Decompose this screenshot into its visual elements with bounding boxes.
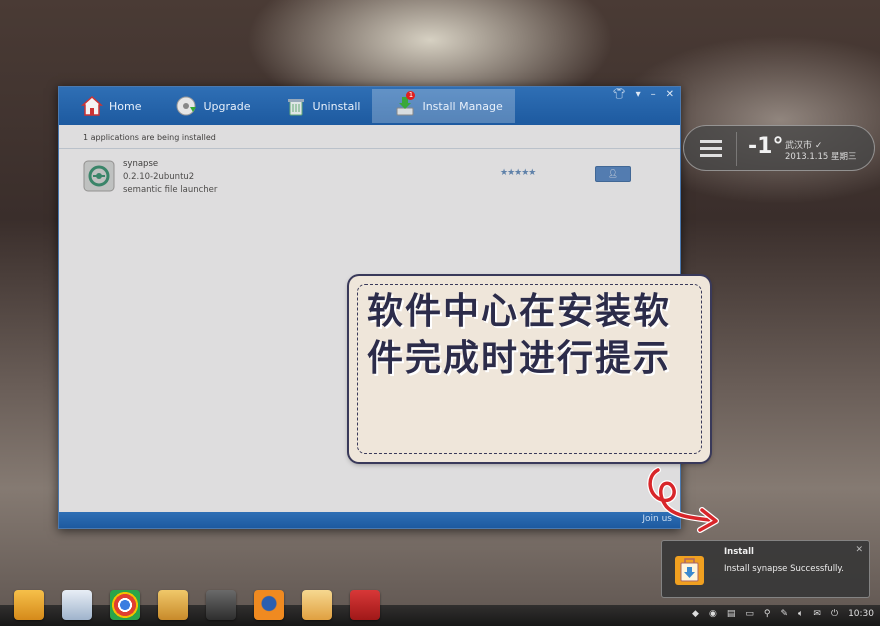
chat-icon[interactable]: ◉ <box>709 609 717 619</box>
installer-icon[interactable] <box>302 590 332 620</box>
notification-message: Install synapse Successfully. <box>724 564 844 574</box>
tab-uninstall[interactable]: Uninstall <box>263 89 373 123</box>
app-description: semantic file launcher <box>123 185 218 195</box>
note-text: 软件中心在安装软件完成时进行提示 <box>367 291 672 379</box>
user-icon: 👤︎ <box>607 169 619 178</box>
ubuntu-tweak-icon[interactable] <box>158 590 188 620</box>
weather-date: 2013.1.15 星期三 <box>785 152 857 162</box>
window-controls: 👕︎ ▾ – ✕ <box>613 89 674 100</box>
usb-icon[interactable]: ⚲ <box>764 609 771 619</box>
tab-install-manage[interactable]: 1 Install Manage <box>372 89 515 123</box>
minimize-icon[interactable]: – <box>651 89 656 100</box>
temperature: -1° <box>748 134 784 159</box>
install-notification[interactable]: Install Install synapse Successfully. ✕ <box>661 540 870 598</box>
chrome-icon[interactable] <box>110 590 140 620</box>
weather-widget[interactable]: -1° 武汉市 ✓ 2013.1.15 星期三 <box>683 125 875 171</box>
notification-title: Install <box>724 547 754 557</box>
power-icon[interactable]: ⏻ <box>831 609 838 619</box>
clock[interactable]: 10:30 <box>848 609 874 619</box>
software-center-icon[interactable] <box>62 590 92 620</box>
app-version: 0.2.10-2ubuntu2 <box>123 172 195 182</box>
close-icon[interactable]: ✕ <box>666 89 674 100</box>
upgrade-disc-icon <box>176 96 197 116</box>
system-tray: ◆ ◉ ▤ ▭ ⚲ ✎ 🔈︎ ✉ ⏻ 10:30 <box>692 609 874 619</box>
pen-icon[interactable]: ✎ <box>780 609 788 619</box>
tab-uninstall-label: Uninstall <box>312 99 361 113</box>
terminal-icon[interactable] <box>350 590 380 620</box>
battery-icon[interactable]: ▭ <box>745 609 754 619</box>
close-icon[interactable]: ✕ <box>855 545 863 555</box>
skin-icon[interactable]: 👕︎ <box>613 89 626 100</box>
synapse-app-icon <box>83 160 115 192</box>
firefox-icon[interactable] <box>254 590 284 620</box>
trash-icon <box>287 99 304 116</box>
home-icon <box>81 95 103 116</box>
mail-icon[interactable]: ✉ <box>813 609 821 619</box>
window-footer: Join us <box>59 512 680 528</box>
media-player-icon[interactable] <box>14 590 44 620</box>
install-status: 1 applications are being installed <box>59 125 680 149</box>
installer-package-icon <box>675 556 704 585</box>
menu-dropdown-icon[interactable]: ▾ <box>636 89 641 100</box>
annotation-note: 软件中心在安装软件完成时进行提示 <box>349 276 710 462</box>
divider <box>736 132 737 166</box>
red-arrow-icon <box>647 467 719 533</box>
python-icon[interactable]: ◆ <box>692 609 699 619</box>
tab-home-label: Home <box>109 99 142 113</box>
volume-icon[interactable]: 🔈︎ <box>798 609 803 619</box>
rating-stars: ★★★★★ <box>500 168 536 178</box>
tab-home[interactable]: Home <box>59 89 153 123</box>
tab-upgrade-label: Upgrade <box>203 99 251 113</box>
tab-upgrade[interactable]: Upgrade <box>153 89 262 123</box>
tab-install-manage-label: Install Manage <box>422 99 503 113</box>
menu-icon[interactable] <box>700 140 722 158</box>
app-name: synapse <box>123 159 159 169</box>
toolbar: Home Upgrade Uninstall 1 Install Manage … <box>59 87 680 125</box>
dock <box>0 586 400 626</box>
installing-button[interactable]: 👤︎ <box>595 166 631 182</box>
gears-icon[interactable] <box>206 590 236 620</box>
keyboard-icon[interactable]: ▤ <box>727 609 736 619</box>
list-item: synapse 0.2.10-2ubuntu2 semantic file la… <box>59 159 680 199</box>
